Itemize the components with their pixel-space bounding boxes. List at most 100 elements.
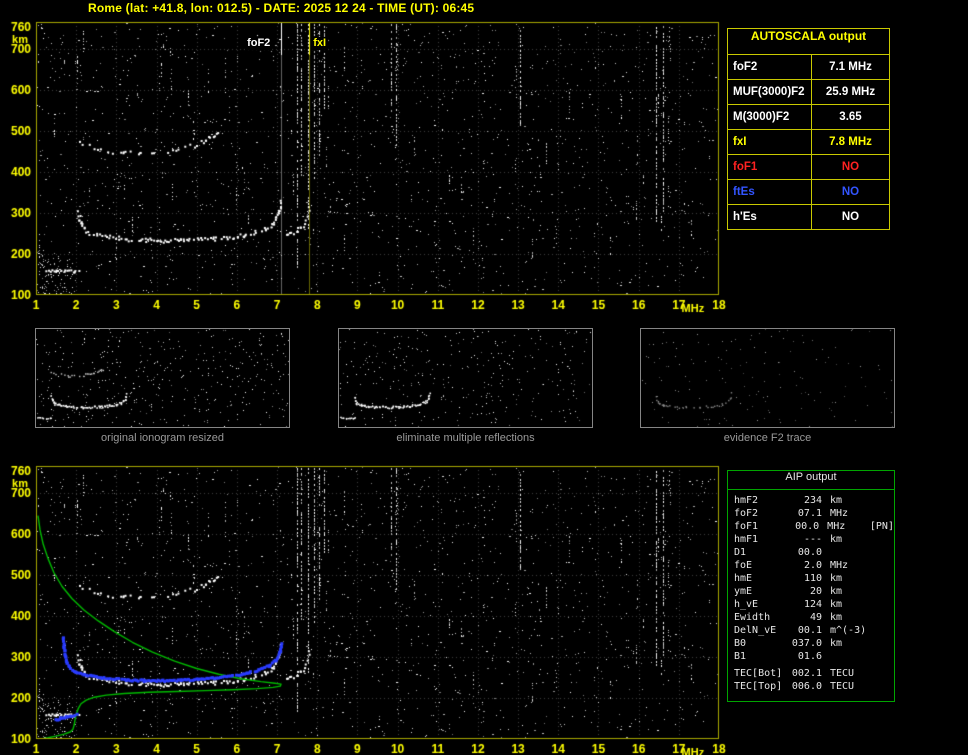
aip-row: B0037.0km [734,637,894,650]
aip-rows: hmF2234kmfoF207.1MHzfoF100.0MHz[PN]hmF1-… [728,490,894,693]
autoscala-row: fxI7.8 MHz [728,129,889,154]
aip-param-value: 2.0 [788,559,822,572]
aip-param-value: 037.0 [788,637,822,650]
aip-param-name: hmF1 [734,533,788,546]
aip-param-note [870,494,894,507]
aip-row: hmE110 km [734,572,894,585]
autoscala-table: AUTOSCALA output foF27.1 MHzMUF(3000)F22… [727,28,890,230]
aip-param-unit: MHz [830,559,870,572]
autoscala-row-label: M(3000)F2 [728,105,812,129]
autoscala-row: ftEsNO [728,179,889,204]
autoscala-row-value: 7.8 MHz [812,130,889,154]
aip-param-name: ymE [734,585,788,598]
aip-param-note [870,546,894,559]
aip-param-value: 110 [788,572,822,585]
autoscala-row-value: 25.9 MHz [812,80,889,104]
thumbnail-caption-evidence: evidence F2 trace [640,432,895,444]
aip-param-unit: km [830,598,870,611]
autoscala-row-value: NO [812,180,889,204]
aip-param-note [870,559,894,572]
aip-param-unit [830,546,870,559]
aip-param-name: TEC[Top] [734,680,788,693]
aip-param-unit: km [830,611,870,624]
thumbnail-caption-original: original ionogram resized [35,432,290,444]
thumbnail-evidence-canvas [641,329,894,427]
aip-param-note [870,680,894,693]
aip-row: TEC[Top]006.0 TECU [734,680,894,693]
autoscala-row: MUF(3000)F225.9 MHz [728,79,889,104]
aip-row: ymE20 km [734,585,894,598]
aip-param-note: [PN] [866,520,894,533]
aip-param-value: 006.0 [788,680,822,693]
aip-param-name: foE [734,559,788,572]
thumbnail-evidence-f2 [640,328,895,428]
autoscala-row-value: NO [812,205,889,229]
aip-output-box: AIP output hmF2234kmfoF207.1MHzfoF100.0M… [727,470,895,702]
aip-param-name: foF2 [734,507,788,520]
aip-param-note [870,611,894,624]
aip-param-name: DelN_vE [734,624,788,637]
autoscala-table-body: foF27.1 MHzMUF(3000)F225.9 MHzM(3000)F23… [728,54,889,229]
aip-param-value: 124 [788,598,822,611]
aip-param-value: 002.1 [788,667,822,680]
aip-row: foF100.0MHz[PN] [734,520,894,533]
autoscala-row-label: fxI [728,130,812,154]
aip-param-value: 49 [788,611,822,624]
aip-row: hmF1---km [734,533,894,546]
aip-param-unit: km [830,494,870,507]
bottom-ionogram-canvas [0,462,728,755]
autoscala-row-value: NO [812,155,889,179]
aip-param-value: 20 [788,585,822,598]
aip-param-note [870,533,894,546]
aip-param-unit: km [830,533,870,546]
aip-param-note [870,572,894,585]
aip-param-value: 00.0 [786,520,819,533]
aip-param-value: 01.6 [788,650,822,663]
aip-row: foF207.1 MHz [734,507,894,520]
aip-param-unit: MHz [830,507,870,520]
aip-param-unit: TECU [830,680,870,693]
autoscala-row-label: foF2 [728,55,812,79]
thumbnail-eliminate-reflections [338,328,593,428]
autoscala-row-value: 7.1 MHz [812,55,889,79]
aip-param-note [870,585,894,598]
top-ionogram-panel: foF2 fxI [0,18,728,314]
aip-row: DelN_vE00.1m^(-3) [734,624,894,637]
aip-param-unit: km [830,585,870,598]
aip-param-unit: m^(-3) [830,624,870,637]
autoscala-table-header: AUTOSCALA output [728,29,889,54]
aip-param-value: 234 [788,494,822,507]
aip-row: hmF2234 km [734,494,894,507]
aip-param-name: hmE [734,572,788,585]
aip-row: h_vE124km [734,598,894,611]
aip-param-unit: MHz [827,520,866,533]
autoscala-row: foF1NO [728,154,889,179]
thumbnail-caption-eliminate: eliminate multiple reflections [338,432,593,444]
aip-param-value: 00.0 [788,546,822,559]
aip-param-note [870,637,894,650]
aip-param-name: hmF2 [734,494,788,507]
aip-param-unit: km [830,572,870,585]
thumbnail-eliminate-canvas [339,329,592,427]
aip-row: TEC[Bot]002.1TECU [734,667,894,680]
aip-param-note [870,650,894,663]
thumbnail-original-canvas [36,329,289,427]
autoscala-row-label: h'Es [728,205,812,229]
aip-param-name: B0 [734,637,788,650]
aip-param-value: 07.1 [788,507,822,520]
aip-param-note [870,507,894,520]
autoscala-row-label: ftEs [728,180,812,204]
aip-header: AIP output [728,471,894,490]
aip-param-unit [830,650,870,663]
thumbnail-original-ionogram [35,328,290,428]
autoscala-row: h'EsNO [728,204,889,229]
aip-param-note [870,598,894,611]
aip-param-unit: TECU [830,667,870,680]
aip-row: Ewidth49 km [734,611,894,624]
aip-row: B101.6 [734,650,894,663]
top-ionogram-canvas [0,18,728,314]
autoscala-row: foF27.1 MHz [728,54,889,79]
aip-row: D100.0 [734,546,894,559]
aip-param-name: Ewidth [734,611,788,624]
aip-param-note [870,624,894,637]
